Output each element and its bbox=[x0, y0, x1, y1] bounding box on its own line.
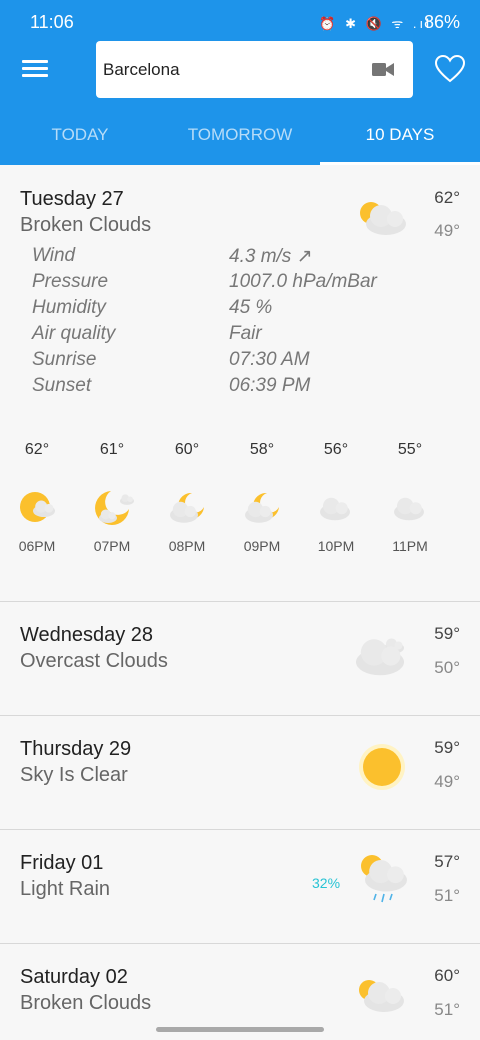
menu-icon[interactable] bbox=[22, 58, 48, 80]
battery-level: 86% bbox=[423, 12, 460, 32]
day-condition: Broken Clouds bbox=[20, 214, 152, 236]
day-card[interactable]: Saturday 02 Broken Clouds 60° 51° bbox=[0, 944, 480, 1040]
precipitation-chance: 32% bbox=[312, 875, 341, 891]
moon-cloud-icon bbox=[245, 492, 279, 523]
hourly-time: 09PM bbox=[243, 538, 281, 554]
day-name: Wednesday 28 bbox=[20, 624, 154, 646]
detail-row-sunrise: Sunrise 07:30 AM bbox=[32, 349, 452, 375]
detail-row-air-quality: Air quality Fair bbox=[32, 323, 452, 349]
detail-label: Sunrise bbox=[32, 349, 97, 370]
day-name: Saturday 02 bbox=[20, 966, 128, 988]
cloud-icon bbox=[320, 497, 350, 521]
status-bar: 11:06 ⏰ ✱ 🔇 ᯤ .ıl 86% bbox=[0, 0, 480, 44]
hourly-temp: 55° bbox=[397, 441, 423, 458]
temp-high: 62° bbox=[434, 188, 460, 207]
hourly-item: 62° 06PM bbox=[0, 441, 74, 554]
favorite-heart-icon[interactable] bbox=[435, 55, 465, 83]
detail-value: 45 % bbox=[229, 297, 273, 318]
detail-label: Wind bbox=[32, 245, 76, 266]
day-condition: Sky Is Clear bbox=[20, 764, 128, 786]
detail-value: 06:39 PM bbox=[229, 375, 311, 396]
detail-row-sunset: Sunset 06:39 PM bbox=[32, 375, 452, 401]
temp-high: 60° bbox=[434, 966, 460, 985]
day-name: Tuesday 27 bbox=[20, 188, 124, 210]
tab-10-days[interactable]: 10 DAYS bbox=[320, 108, 480, 165]
hourly-temp: 60° bbox=[174, 441, 200, 458]
hourly-forecast: 62° 06PM 61° 07PM 60° 08PM 58° 09PM 56° … bbox=[0, 441, 480, 561]
temp-low: 50° bbox=[434, 658, 460, 677]
sun-cloud-icon bbox=[20, 492, 55, 522]
weather-details: Wind 4.3 m/s ↗ Pressure 1007.0 hPa/mBar Hu… bbox=[32, 245, 452, 401]
hourly-item: 58° 09PM bbox=[225, 441, 299, 554]
day-name: Thursday 29 bbox=[20, 738, 132, 760]
detail-label: Sunset bbox=[32, 375, 92, 396]
hourly-temp: 56° bbox=[323, 441, 349, 458]
hourly-temp: 61° bbox=[99, 441, 125, 458]
day-card[interactable]: Friday 01 Light Rain 32% 57° 51° bbox=[0, 830, 480, 944]
hourly-time: 10PM bbox=[317, 538, 355, 554]
temp-high: 59° bbox=[434, 624, 460, 643]
moon-cloud-icon bbox=[170, 492, 204, 523]
light-rain-icon bbox=[361, 855, 407, 903]
hourly-temp: 62° bbox=[24, 441, 50, 458]
day-condition: Broken Clouds bbox=[20, 992, 152, 1014]
day-card-expanded[interactable]: Tuesday 27 Broken Clouds 62° 49° Wind 4.3… bbox=[0, 165, 480, 602]
detail-row-humidity: Humidity 45 % bbox=[32, 297, 452, 323]
detail-row-wind: Wind 4.3 m/s ↗ bbox=[32, 245, 452, 271]
hourly-time: 11PM bbox=[392, 538, 428, 554]
tab-tomorrow[interactable]: TOMORROW bbox=[160, 108, 320, 165]
sun-icon bbox=[359, 744, 405, 790]
hourly-item: 56° 10PM bbox=[299, 441, 373, 554]
day-condition: Light Rain bbox=[20, 878, 111, 900]
day-card[interactable]: Thursday 29 Sky Is Clear 59° 49° bbox=[0, 716, 480, 830]
detail-label: Pressure bbox=[32, 271, 109, 292]
hourly-item: 61° 07PM bbox=[75, 441, 149, 554]
search-input[interactable] bbox=[103, 41, 353, 98]
tab-bar: TODAY TOMORROW 10 DAYS bbox=[0, 108, 480, 165]
detail-label: Humidity bbox=[32, 297, 106, 318]
broken-clouds-icon bbox=[359, 980, 404, 1012]
temp-high: 59° bbox=[434, 738, 460, 757]
temp-high: 57° bbox=[434, 852, 460, 871]
detail-value: 1007.0 hPa/mBar bbox=[229, 271, 377, 292]
hourly-item: 55° 11PM bbox=[373, 441, 447, 554]
broken-clouds-icon bbox=[360, 202, 406, 235]
home-indicator[interactable] bbox=[156, 1027, 324, 1032]
day-condition: Overcast Clouds bbox=[20, 650, 168, 672]
video-camera-icon[interactable] bbox=[372, 62, 394, 77]
status-time: 11:06 bbox=[30, 12, 74, 32]
hourly-item: 60° 08PM bbox=[150, 441, 224, 554]
status-icons: ⏰ ✱ 🔇 ᯤ .ıl bbox=[319, 16, 432, 31]
tab-today[interactable]: TODAY bbox=[0, 108, 160, 165]
temp-low: 51° bbox=[434, 886, 460, 905]
hourly-time: 06PM bbox=[18, 538, 56, 554]
hourly-temp: 58° bbox=[249, 441, 275, 458]
moon-cloud-icon bbox=[95, 491, 134, 525]
day-card[interactable]: Wednesday 28 Overcast Clouds 59° 50° bbox=[0, 602, 480, 716]
temp-low: 49° bbox=[434, 221, 460, 240]
hourly-time: 07PM bbox=[93, 538, 131, 554]
temp-low: 51° bbox=[434, 1000, 460, 1019]
detail-row-pressure: Pressure 1007.0 hPa/mBar bbox=[32, 271, 452, 297]
detail-value: Fair bbox=[229, 323, 262, 344]
detail-value: 07:30 AM bbox=[229, 349, 310, 370]
search-box[interactable] bbox=[96, 41, 413, 98]
detail-value: 4.3 m/s ↗ bbox=[229, 246, 313, 267]
cloud-icon bbox=[394, 497, 424, 521]
app-bar: 11:06 ⏰ ✱ 🔇 ᯤ .ıl 86% TODAY TOMORROW 10 … bbox=[0, 0, 480, 165]
temp-low: 49° bbox=[434, 772, 460, 791]
detail-label: Air quality bbox=[32, 323, 116, 344]
day-name: Friday 01 bbox=[20, 852, 104, 874]
hourly-time: 08PM bbox=[168, 538, 206, 554]
overcast-clouds-icon bbox=[356, 638, 404, 676]
